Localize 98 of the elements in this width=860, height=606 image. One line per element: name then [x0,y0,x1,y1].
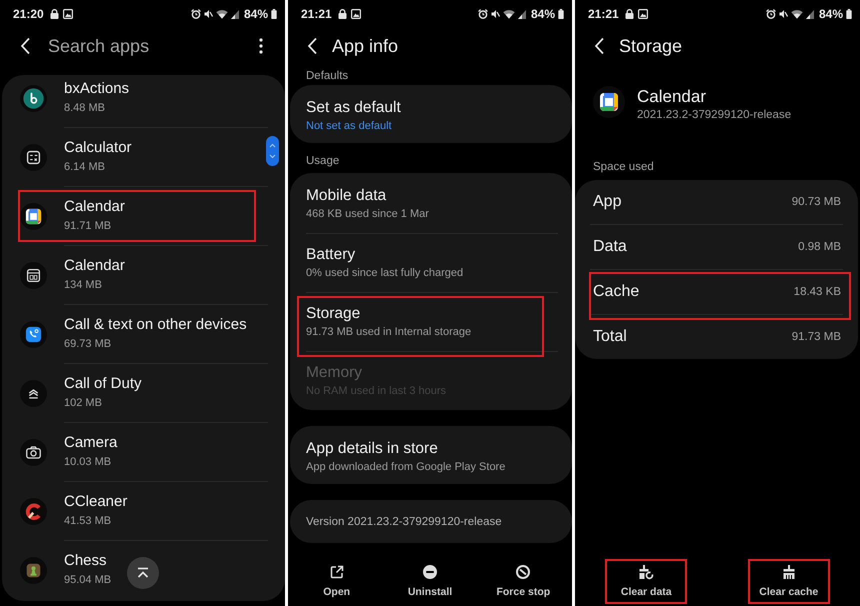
alarm-icon [478,9,488,19]
status-time: 21:21 [588,7,619,21]
action-button[interactable]: Open [296,559,378,604]
setting-subtitle: Not set as default [306,118,393,134]
app-size: 8.48 MB [64,101,106,116]
lock-icon [50,9,59,19]
storage-value: 91.73 MB [792,330,841,344]
signal-icon [518,9,526,19]
more-options-icon[interactable] [259,38,263,54]
back-icon[interactable] [307,37,318,55]
back-icon[interactable] [20,37,31,55]
mute-icon [778,9,788,19]
mute-icon [204,9,213,19]
app-size: 6.14 MB [64,160,106,175]
search-field[interactable]: Search apps [48,35,259,57]
signal-icon [806,9,814,19]
broom-icon [780,564,797,580]
battery-percent: 84% [530,7,555,21]
section-label: Space used [593,160,654,174]
status-time: 21:20 [13,7,44,21]
calendar-icon [593,86,625,118]
app-name[interactable]: Call & text on other devices [64,315,247,335]
app-name[interactable]: Calendar [64,256,125,276]
section-label: Usage [306,154,340,168]
page-title: Storage [619,35,682,57]
action-button[interactable]: Clear cache [748,559,830,604]
lock-icon [338,9,347,19]
app-version: 2021.23.2-379299120-release [637,108,792,123]
setting-title[interactable]: Storage [306,304,556,324]
image-icon [350,9,361,19]
battery-icon [558,9,564,19]
battery-icon [846,9,852,19]
storage-value: 18.43 KB [794,285,841,299]
mute-icon [490,9,500,19]
open-external-icon [328,564,345,580]
app-size: 134 MB [64,278,103,293]
setting-title[interactable]: Battery [306,245,556,265]
calendar-icon [20,202,47,230]
version-text: Version 2021.23.2-379299120-release [306,514,502,528]
app-size: 91.71 MB [64,219,112,234]
wifi-icon [502,9,515,19]
storage-value: 90.73 MB [792,195,841,209]
signal-icon [230,9,239,19]
alarm-icon [766,9,776,19]
phone-icon [20,320,47,348]
storage-value: 0.98 MB [798,240,841,254]
broom-refresh-icon [638,564,654,580]
back-icon[interactable] [594,37,605,55]
setting-subtitle: 468 KB used since 1 Mar [306,207,430,222]
app-name[interactable]: Calendar [64,197,125,217]
calendar-icon [20,262,47,288]
setting-title[interactable]: App details in store [306,438,556,458]
action-button[interactable]: Uninstall [388,559,471,604]
alarm-icon [190,9,201,19]
app-name[interactable]: bxActions [64,79,130,99]
storage-label: Total [593,327,627,347]
storage-label: App [593,192,622,212]
app-size: 69.73 MB [64,337,112,352]
battery-percent: 84% [244,7,268,21]
setting-subtitle: App downloaded from Google Play Store [306,460,506,474]
app-name[interactable]: Calculator [64,138,132,158]
pawn-icon [20,556,47,584]
app-size: 10.03 MB [64,455,112,470]
ring-logo-icon [20,84,47,112]
app-size: 102 MB [64,396,103,411]
battery-percent: 84% [818,7,843,21]
image-icon [638,9,648,19]
setting-subtitle: 0% used since last fully charged [306,266,464,281]
camera-icon [20,438,47,466]
storage-label: Data [593,237,627,257]
image-icon [62,9,73,19]
setting-subtitle: 91.73 MB used in Internal storage [306,325,472,340]
battery-icon [271,9,277,19]
arc-logo-icon [20,498,47,524]
blocked-icon [515,564,532,580]
app-size: 41.53 MB [64,514,112,529]
app-name[interactable]: Chess [64,551,112,571]
setting-title: Memory [306,363,363,383]
section-label: Defaults [306,69,348,83]
page-title: App info [332,35,398,57]
action-button[interactable]: Force stop [482,559,564,604]
action-button[interactable]: Clear data [605,559,688,604]
arrow-up-icon [136,567,150,579]
app-size: 95.04 MB [64,573,112,588]
wifi-icon [216,9,228,19]
wifi-icon [790,9,803,19]
setting-title[interactable]: Set as default [306,98,556,118]
app-name: Calendar [637,87,707,107]
storage-label: Cache [593,282,640,302]
chevron-stack-icon [20,380,47,406]
lock-icon [624,9,634,19]
status-time: 21:21 [301,7,332,21]
setting-title[interactable]: Mobile data [306,186,556,206]
app-name[interactable]: Call of Duty [64,374,142,394]
calculator-icon [20,144,47,170]
app-name[interactable]: CCleaner [64,492,128,512]
app-name[interactable]: Camera [64,433,118,453]
fast-scroll-handle[interactable] [266,136,279,166]
